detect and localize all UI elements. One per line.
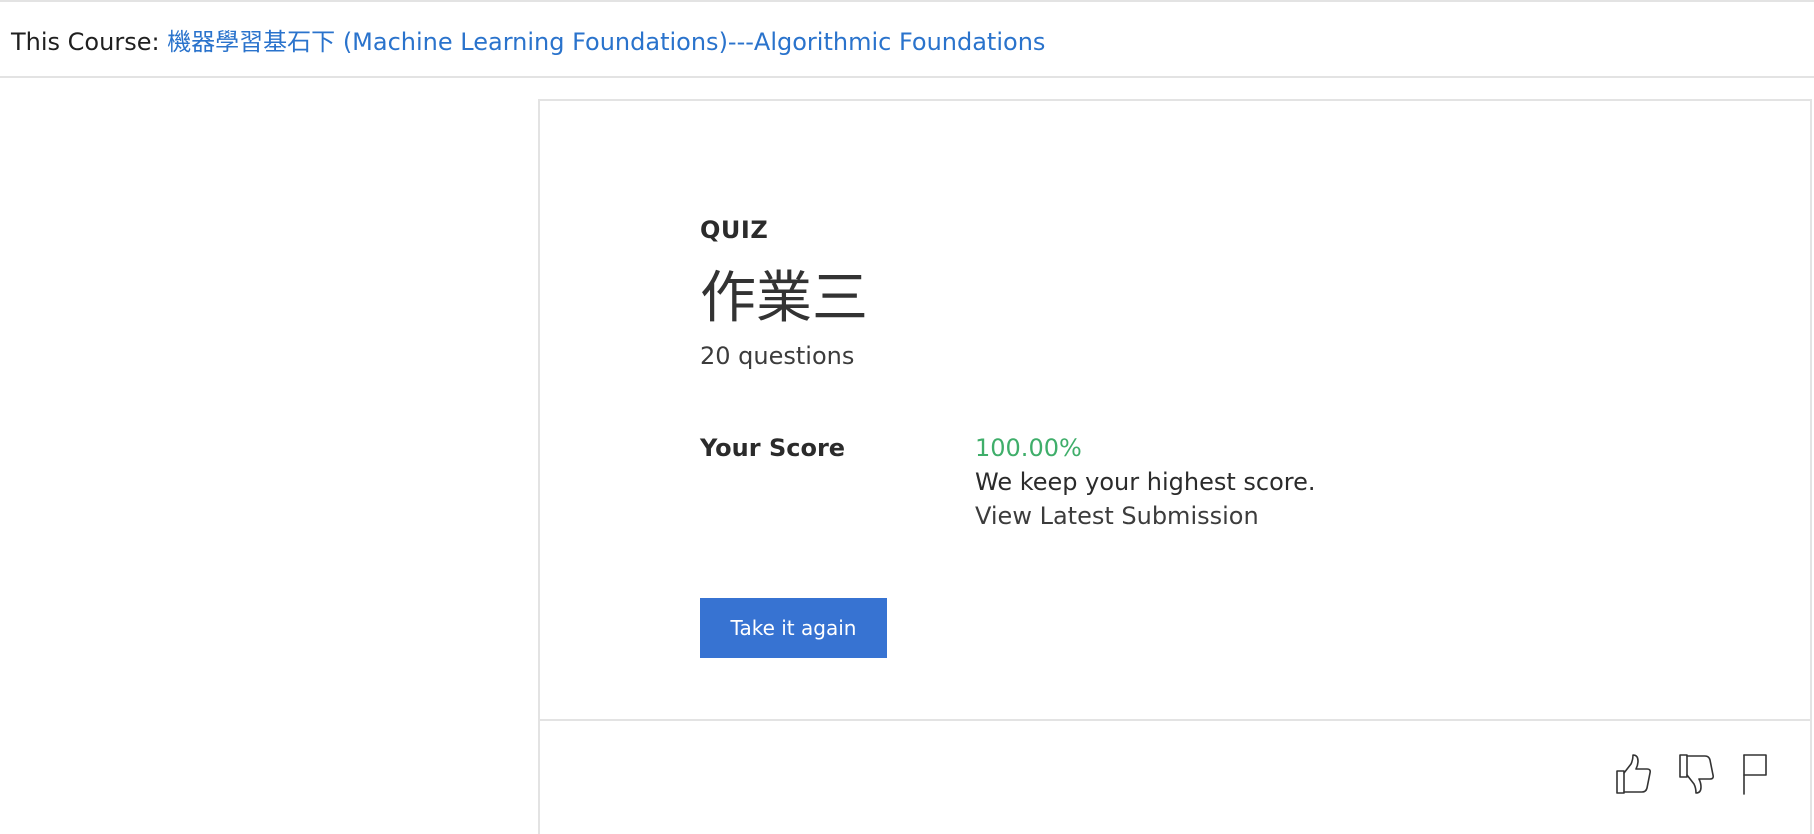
quiz-title: 作業三 <box>700 266 868 331</box>
score-note: We keep your highest score. <box>975 468 1316 496</box>
question-count: 20 questions <box>700 342 855 370</box>
score-value: 100.00% <box>975 434 1082 462</box>
course-link[interactable]: 機器學習基石下 (Machine Learning Foundations)--… <box>167 28 1045 56</box>
course-header: This Course: 機器學習基石下 (Machine Learning F… <box>0 0 1814 78</box>
take-it-again-button[interactable]: Take it again <box>700 598 887 658</box>
course-breadcrumb: This Course: 機器學習基石下 (Machine Learning F… <box>11 25 1045 59</box>
view-latest-submission-link[interactable]: View Latest Submission <box>975 502 1259 530</box>
thumbs-up-icon[interactable] <box>1614 752 1654 796</box>
quiz-type-label: QUIZ <box>700 216 769 244</box>
score-label: Your Score <box>700 434 846 462</box>
thumbs-down-icon[interactable] <box>1677 752 1717 796</box>
flag-icon[interactable] <box>1740 752 1780 796</box>
course-prefix: This Course: <box>11 28 160 56</box>
